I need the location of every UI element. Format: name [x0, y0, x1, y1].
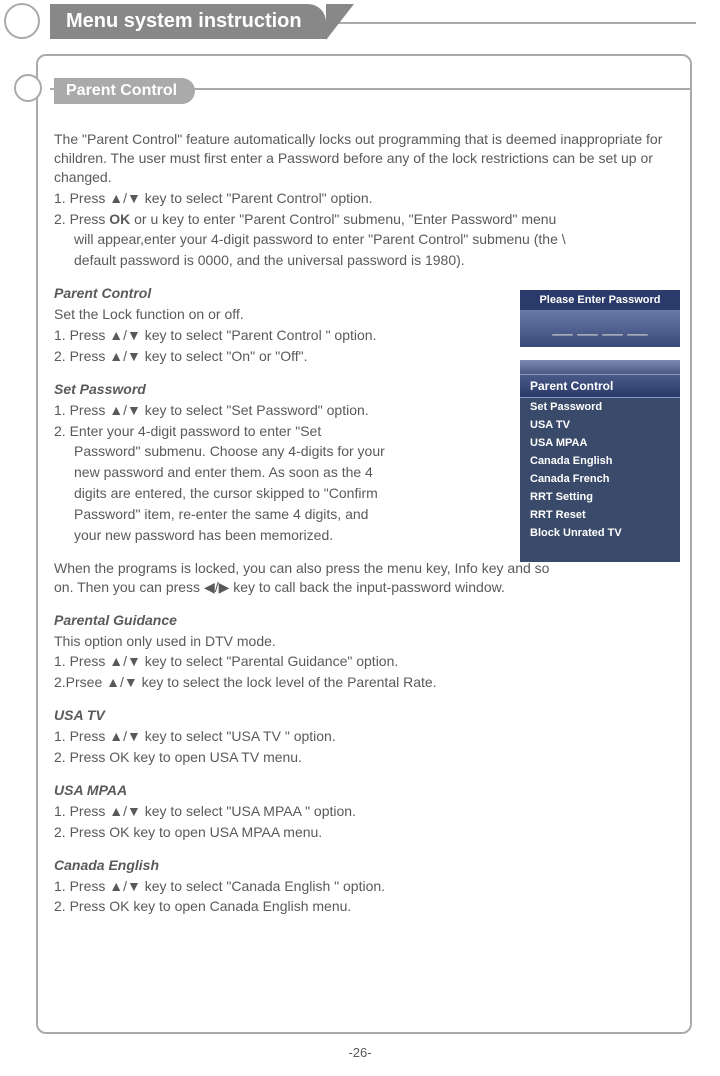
- usa-tv-s2: 2. Press OK key to open USA TV menu.: [54, 748, 674, 767]
- set-password-s2a: 2. Enter your 4-digit password to enter …: [54, 422, 554, 441]
- set-password-s2d: digits are entered, the cursor skipped t…: [54, 484, 554, 503]
- menu-item: Set Password: [520, 398, 680, 416]
- parental-guidance-s2: 2.Prsee ▲/▼ key to select the lock level…: [54, 673, 674, 692]
- page-title: Menu system instruction: [50, 4, 326, 39]
- menu-gradient-top: [520, 360, 680, 374]
- canada-english-s1: 1. Press ▲/▼ key to select "Canada Engli…: [54, 877, 674, 896]
- set-password-s2c: new password and enter them. As soon as …: [54, 463, 554, 482]
- intro-step-2c: default password is 0000, and the univer…: [54, 251, 674, 270]
- usa-tv-heading: USA TV: [54, 706, 674, 725]
- header-bullet: [4, 3, 40, 39]
- page-number: -26-: [0, 1045, 720, 1060]
- parental-guidance-s1: 1. Press ▲/▼ key to select "Parental Gui…: [54, 652, 674, 671]
- menu-item: USA MPAA: [520, 434, 680, 452]
- menu-item: Canada English: [520, 452, 680, 470]
- usa-mpaa-s1: 1. Press ▲/▼ key to select "USA MPAA " o…: [54, 802, 674, 821]
- locked-note: When the programs is locked, you can als…: [54, 559, 554, 597]
- intro-text: The "Parent Control" feature automatical…: [54, 130, 674, 187]
- usa-mpaa-heading: USA MPAA: [54, 781, 674, 800]
- menu-item: USA TV: [520, 416, 680, 434]
- password-dialog-header: Please Enter Password: [520, 290, 680, 310]
- set-password-s2b: Password" submenu. Choose any 4-digits f…: [54, 442, 554, 461]
- intro-step-2: 2. Press OK or u key to enter "Parent Co…: [54, 210, 674, 229]
- canada-english-s2: 2. Press OK key to open Canada English m…: [54, 897, 674, 916]
- menu-item: Block Unrated TV: [520, 524, 680, 542]
- parental-guidance-desc: This option only used in DTV mode.: [54, 632, 674, 651]
- menu-item: RRT Setting: [520, 488, 680, 506]
- subheader-bullet: [14, 74, 42, 102]
- parent-control-menu: Parent Control Set Password USA TV USA M…: [520, 360, 680, 562]
- password-dialog: Please Enter Password __ __ __ __: [520, 290, 680, 347]
- menu-item: RRT Reset: [520, 506, 680, 524]
- set-password-s2f: your new password has been memorized.: [54, 526, 554, 545]
- set-password-s1: 1. Press ▲/▼ key to select "Set Password…: [54, 401, 554, 420]
- intro-step-1: 1. Press ▲/▼ key to select "Parent Contr…: [54, 189, 674, 208]
- canada-english-heading: Canada English: [54, 856, 674, 875]
- usa-tv-s1: 1. Press ▲/▼ key to select "USA TV " opt…: [54, 727, 674, 746]
- menu-title: Parent Control: [520, 374, 680, 398]
- parental-guidance-heading: Parental Guidance: [54, 611, 674, 630]
- intro-step-2b: will appear,enter your 4-digit password …: [54, 230, 674, 249]
- set-password-heading: Set Password: [54, 380, 554, 399]
- section-title: Parent Control: [54, 78, 195, 104]
- set-password-s2e: Password" item, re-enter the same 4 digi…: [54, 505, 554, 524]
- usa-mpaa-s2: 2. Press OK key to open USA MPAA menu.: [54, 823, 674, 842]
- menu-item: Canada French: [520, 470, 680, 488]
- password-dialog-body: __ __ __ __: [520, 310, 680, 347]
